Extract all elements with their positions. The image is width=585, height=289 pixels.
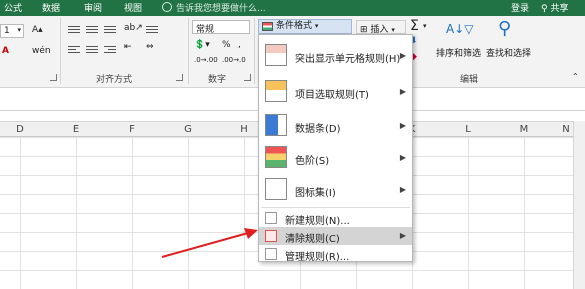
- number-group-launcher-icon[interactable]: [244, 74, 251, 81]
- autosum-icon[interactable]: Σ: [410, 18, 419, 34]
- conditional-format-label: 条件格式: [276, 21, 313, 31]
- increase-decimal-icon[interactable]: .0→.00: [194, 56, 218, 64]
- tell-me-text: 告诉我您想要做什么...: [176, 4, 266, 14]
- menu-item-top-bottom[interactable]: 项目选取规则(T) ▶: [259, 75, 412, 107]
- currency-icon[interactable]: 💲▾: [194, 40, 210, 50]
- icon-sets-icon: [265, 178, 287, 200]
- font-size-dropdown[interactable]: 1 ▾: [0, 24, 24, 38]
- menu-item-new-rule[interactable]: 新建规则(N)...: [259, 209, 412, 227]
- chevron-down-icon[interactable]: ▾: [423, 22, 427, 30]
- align-center-icon[interactable]: [86, 44, 98, 55]
- chevron-right-icon: ▶: [399, 231, 406, 240]
- percent-button[interactable]: %: [222, 40, 231, 50]
- color-scales-icon: [265, 146, 287, 168]
- font-color-icon[interactable]: A: [2, 46, 9, 56]
- align-right-icon[interactable]: [104, 44, 116, 55]
- chevron-right-icon: ▶: [399, 87, 406, 96]
- tab-formulas[interactable]: 公式: [4, 1, 22, 14]
- new-rule-icon: [265, 212, 277, 224]
- menu-item-icon-sets[interactable]: 图标集(I) ▶: [259, 173, 412, 205]
- editing-group-label: 编辑: [460, 75, 479, 85]
- column-header[interactable]: G: [178, 124, 198, 135]
- align-left-icon[interactable]: [68, 44, 80, 55]
- number-group-label: 数字: [208, 75, 227, 85]
- decrease-decimal-icon[interactable]: .00→.0: [222, 56, 246, 64]
- menu-item-label: 色阶(S): [295, 156, 330, 167]
- indent-icon[interactable]: ⇤: [124, 42, 132, 52]
- orientation-icon[interactable]: ab↗: [124, 23, 143, 33]
- magnifier-icon[interactable]: ⚲: [498, 18, 511, 39]
- menu-item-label: 新建规则(N)...: [285, 216, 350, 227]
- menu-item-label: 清除规则(C): [285, 234, 340, 245]
- lightbulb-icon: [162, 2, 172, 12]
- highlight-cells-icon: [265, 44, 287, 66]
- align-top-icon[interactable]: [68, 24, 80, 35]
- phonetic-icon[interactable]: wén: [32, 46, 51, 56]
- group-divider: [188, 18, 189, 84]
- column-header[interactable]: F: [122, 124, 142, 135]
- menu-item-label: 项目选取规则(T): [295, 90, 369, 101]
- chevron-down-icon: ▾: [314, 22, 319, 30]
- column-header[interactable]: H: [234, 124, 254, 135]
- annotation-arrow: [161, 228, 258, 258]
- number-format-dropdown[interactable]: 常规: [192, 20, 250, 35]
- tell-me-search[interactable]: 告诉我您想要做什么...: [162, 1, 266, 14]
- alignment-group-launcher-icon[interactable]: [176, 74, 183, 81]
- find-select-button[interactable]: 查找和选择: [486, 46, 531, 59]
- manage-rules-icon: [265, 248, 277, 260]
- comma-button[interactable]: ,: [238, 40, 241, 50]
- menu-item-label: 管理规则(R)...: [285, 252, 350, 263]
- column-header[interactable]: M: [514, 124, 534, 135]
- vertical-scrollbar[interactable]: [573, 121, 585, 289]
- login-link[interactable]: 登录: [511, 1, 529, 14]
- menu-item-label: 图标集(I): [295, 188, 336, 199]
- clear-rules-icon: [265, 230, 277, 242]
- menu-item-label: 突出显示单元格规则(H): [295, 54, 401, 65]
- column-header[interactable]: E: [66, 124, 86, 135]
- sort-filter-button[interactable]: 排序和筛选: [436, 46, 481, 59]
- menu-item-highlight-cells[interactable]: 突出显示单元格规则(H) ▶: [259, 39, 412, 71]
- group-divider: [254, 18, 255, 84]
- wrap-text-icon[interactable]: [146, 24, 158, 35]
- chevron-down-icon: ▾: [391, 26, 395, 34]
- chevron-right-icon: ▶: [399, 185, 406, 194]
- column-header[interactable]: L: [458, 124, 478, 135]
- conditional-format-menu: 突出显示单元格规则(H) ▶ 项目选取规则(T) ▶ 数据条(D) ▶ 色阶(S…: [258, 34, 413, 263]
- align-middle-icon[interactable]: [86, 24, 98, 35]
- conditional-format-icon: [262, 22, 273, 31]
- menu-item-clear-rules[interactable]: 清除规则(C) ▶: [259, 227, 412, 245]
- font-size-value: 1: [4, 26, 10, 36]
- person-icon: ⚲: [541, 4, 548, 14]
- chevron-right-icon: ▶: [399, 153, 406, 162]
- insert-button[interactable]: ⊞ 插入 ▾: [356, 20, 406, 35]
- group-divider: [60, 18, 61, 84]
- share-label: 共享: [550, 4, 569, 14]
- alignment-group-label: 对齐方式: [96, 75, 133, 85]
- collapse-ribbon-icon[interactable]: ⌃: [572, 72, 579, 81]
- chevron-right-icon: ▶: [399, 121, 406, 130]
- menu-item-data-bars[interactable]: 数据条(D) ▶: [259, 109, 412, 141]
- menu-item-color-scales[interactable]: 色阶(S) ▶: [259, 141, 412, 173]
- conditional-format-button[interactable]: 条件格式 ▾: [258, 19, 352, 34]
- number-format-value: 常规: [196, 25, 215, 35]
- menu-item-label: 数据条(D): [295, 124, 341, 135]
- tab-data[interactable]: 数据: [42, 1, 60, 14]
- chevron-down-icon: ▾: [17, 26, 21, 34]
- menu-item-manage-rules[interactable]: 管理规则(R)...: [259, 245, 412, 263]
- merge-center-icon[interactable]: ⇔: [146, 42, 154, 52]
- align-bottom-icon[interactable]: [104, 24, 116, 35]
- column-header[interactable]: D: [10, 124, 30, 135]
- data-bars-icon: [265, 114, 287, 136]
- tab-view[interactable]: 视图: [124, 1, 142, 14]
- chevron-right-icon: ▶: [399, 51, 406, 60]
- increase-font-icon[interactable]: A▴: [32, 25, 43, 35]
- tab-review[interactable]: 审阅: [84, 1, 102, 14]
- ribbon-tab-bar: 公式 数据 审阅 视图 告诉我您想要做什么... 登录 ⚲ 共享: [0, 0, 585, 16]
- top-bottom-rules-icon: [265, 80, 287, 102]
- menu-divider: [261, 207, 410, 208]
- sort-filter-icon[interactable]: A↓▽: [446, 22, 474, 36]
- font-group-launcher-icon[interactable]: [50, 74, 57, 81]
- share-button[interactable]: ⚲ 共享: [541, 1, 568, 14]
